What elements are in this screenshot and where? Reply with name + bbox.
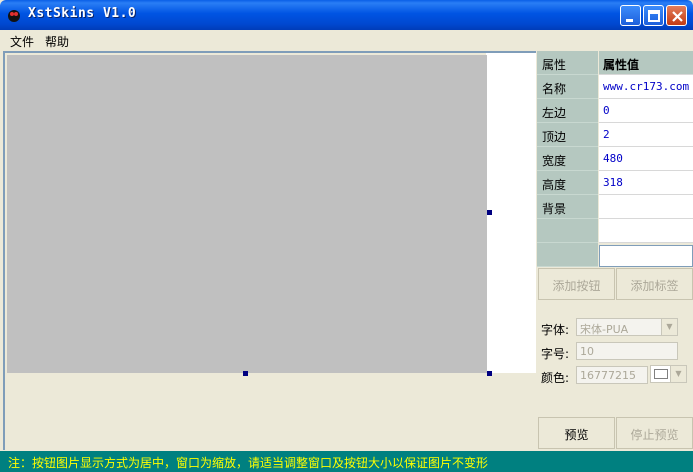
property-label: 名称 xyxy=(537,75,598,99)
minimize-button[interactable] xyxy=(620,5,641,26)
font-select-value: 宋体-PUA xyxy=(580,323,629,336)
property-value[interactable]: 0 xyxy=(599,99,693,123)
close-icon xyxy=(672,11,683,22)
color-input[interactable]: 16777215 xyxy=(576,366,648,384)
resize-handle-corner[interactable] xyxy=(487,371,492,376)
minimize-icon xyxy=(626,19,633,22)
color-input-value: 16777215 xyxy=(580,369,636,382)
property-value-empty xyxy=(599,219,693,243)
property-value[interactable] xyxy=(599,195,693,219)
resize-handle-bottom[interactable] xyxy=(243,371,248,376)
color-label: 颜色: xyxy=(541,371,570,385)
property-header-name: 属性 xyxy=(537,51,598,75)
property-label: 宽度 xyxy=(537,147,598,171)
property-value[interactable]: 318 xyxy=(599,171,693,195)
property-label: 左边 xyxy=(537,99,598,123)
menu-help[interactable]: 帮助 xyxy=(45,33,69,50)
property-row-height[interactable]: 高度 318 xyxy=(537,171,693,195)
property-label-empty xyxy=(537,219,598,243)
property-label: 顶边 xyxy=(537,123,598,147)
stop-preview-button[interactable]: 停止预览 xyxy=(616,417,693,449)
color-swatch-square xyxy=(654,369,668,379)
chevron-down-icon[interactable]: ▼ xyxy=(661,319,677,335)
skin-preview-box[interactable] xyxy=(7,55,487,373)
property-row-empty xyxy=(537,219,693,243)
property-row-name[interactable]: 名称 www.cr173.com xyxy=(537,75,693,99)
status-bar: 注：按钮图片显示方式为居中，窗口为缩放，请适当调整窗口及按钮大小以保证图片不变形 xyxy=(0,451,693,472)
size-input-value: 10 xyxy=(580,345,594,358)
add-button-button[interactable]: 添加按钮 xyxy=(538,268,615,300)
size-input[interactable]: 10 xyxy=(576,342,678,360)
font-label: 字体: xyxy=(541,323,570,337)
size-label: 字号: xyxy=(541,347,570,361)
properties-panel: 属性 属性值 名称 www.cr173.com 左边 0 顶边 2 宽度 480… xyxy=(537,51,693,450)
property-row-width[interactable]: 宽度 480 xyxy=(537,147,693,171)
property-header-row: 属性 属性值 xyxy=(537,51,693,75)
design-canvas[interactable] xyxy=(3,51,536,450)
property-value[interactable]: 480 xyxy=(599,147,693,171)
property-grid: 属性 属性值 名称 www.cr173.com 左边 0 顶边 2 宽度 480… xyxy=(537,51,693,267)
font-select[interactable]: 宋体-PUA ▼ xyxy=(576,318,678,336)
window-title: XstSkins V1.0 xyxy=(28,6,137,21)
maximize-icon xyxy=(648,10,660,22)
preview-button[interactable]: 预览 xyxy=(538,417,615,449)
property-value[interactable]: 2 xyxy=(599,123,693,147)
chevron-down-icon[interactable]: ▼ xyxy=(670,366,686,382)
menu-bar: 文件 帮助 xyxy=(0,30,693,50)
add-label-button[interactable]: 添加标签 xyxy=(616,268,693,300)
close-button[interactable] xyxy=(666,5,687,26)
property-row-top[interactable]: 顶边 2 xyxy=(537,123,693,147)
title-bar[interactable]: XstSkins V1.0 xyxy=(0,0,693,30)
menu-file[interactable]: 文件 xyxy=(10,33,34,50)
canvas-white-margin xyxy=(486,53,536,373)
resize-handle-right[interactable] xyxy=(487,210,492,215)
property-row-left[interactable]: 左边 0 xyxy=(537,99,693,123)
app-icon xyxy=(8,10,20,22)
property-label: 背景 xyxy=(537,195,598,219)
property-row-background[interactable]: 背景 xyxy=(537,195,693,219)
property-value[interactable]: www.cr173.com xyxy=(599,75,693,99)
property-label-empty xyxy=(537,243,598,267)
property-edit-field[interactable] xyxy=(599,245,693,267)
color-picker[interactable]: ▼ xyxy=(650,365,687,383)
maximize-button[interactable] xyxy=(643,5,664,26)
property-header-value: 属性值 xyxy=(599,51,693,75)
property-label: 高度 xyxy=(537,171,598,195)
